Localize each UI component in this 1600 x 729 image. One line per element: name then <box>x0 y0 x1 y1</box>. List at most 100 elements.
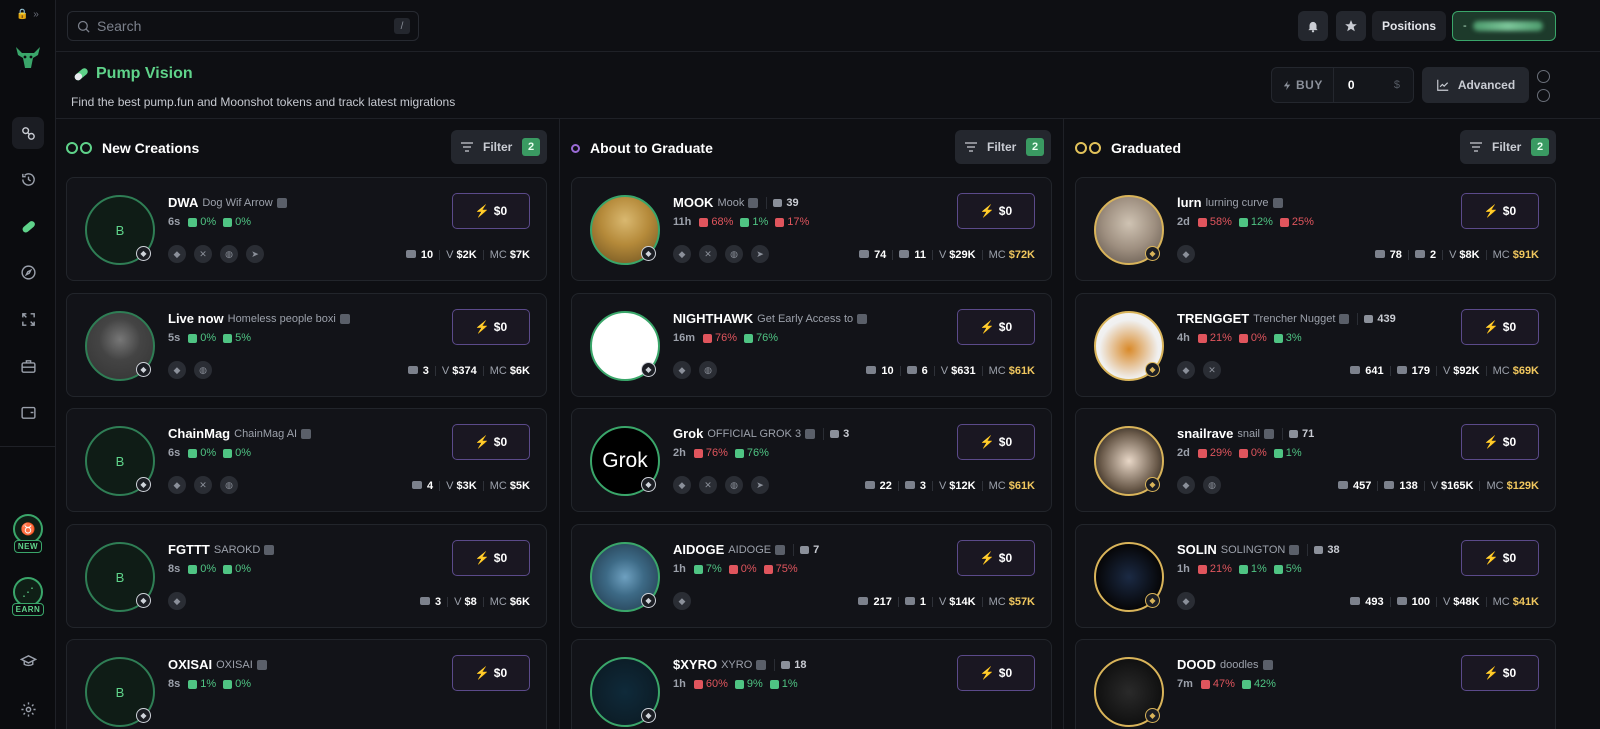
pill-icon[interactable]: ◆ <box>673 592 691 610</box>
quick-buy-button[interactable]: ⚡ $0 <box>957 540 1035 576</box>
token-card[interactable]: B ◆ OXISAI OXISAI 8s 1% 0% ⚡ $0 <box>66 639 547 729</box>
quick-buy-button[interactable]: ⚡ $0 <box>452 424 530 460</box>
copy-icon[interactable] <box>1272 197 1283 208</box>
globe-icon[interactable]: ◍ <box>725 245 743 263</box>
bolt-icon: ⚡ <box>1483 320 1499 334</box>
quick-buy-button[interactable]: ⚡ $0 <box>1461 193 1539 229</box>
pill-icon[interactable]: ◆ <box>1177 592 1195 610</box>
sidebar-item-swap[interactable] <box>12 303 44 335</box>
x-icon[interactable]: ✕ <box>1203 361 1221 379</box>
quick-buy-button[interactable]: ⚡ $0 <box>1461 424 1539 460</box>
sidebar-earn-badge[interactable]: ⋰ EARN <box>9 577 47 623</box>
copy-icon[interactable] <box>276 197 287 208</box>
pill-icon[interactable]: ◆ <box>168 361 186 379</box>
pill-icon[interactable]: ◆ <box>673 245 691 263</box>
sidebar-item-link[interactable] <box>12 117 44 149</box>
token-card[interactable]: ◆ $XYRO XYRO 18 1h 60% 9% 1% ⚡ $0 <box>571 639 1052 729</box>
notifications-button[interactable] <box>1298 11 1328 41</box>
bolt-icon: ⚡ <box>979 204 995 218</box>
copy-icon[interactable] <box>1289 544 1300 555</box>
sidebar-item-explore[interactable] <box>12 256 44 288</box>
token-card[interactable]: ◆ DOOD doodles 7m 47% 42% ⚡ $0 <box>1075 639 1556 729</box>
globe-icon[interactable]: ◍ <box>220 245 238 263</box>
copy-icon[interactable] <box>756 659 767 670</box>
sidebar-item-wallet[interactable] <box>12 396 44 428</box>
x-icon[interactable]: ✕ <box>699 245 717 263</box>
sidebar-new-badge[interactable]: ♉ NEW <box>9 514 47 560</box>
copy-icon[interactable] <box>748 197 759 208</box>
copy-icon[interactable] <box>256 659 267 670</box>
x-icon[interactable]: ✕ <box>699 476 717 494</box>
token-card[interactable]: ◆ MOOK Mook 39 11h 68% 1% 17% ◆ ✕ ◍ ➤ ⚡ $0 74 11 V $29K MC… <box>571 177 1052 281</box>
sidebar-item-settings[interactable] <box>12 693 44 725</box>
token-card[interactable]: B ◆ ChainMag ChainMag AI 6s 0% 0% ◆ ✕ ◍ ⚡ $0 4 V $3K MC… <box>66 408 547 512</box>
quick-buy-button[interactable]: ⚡ $0 <box>452 309 530 345</box>
wallet-button[interactable]: - <box>1452 11 1556 41</box>
quick-buy-button[interactable]: ⚡ $0 <box>957 193 1035 229</box>
globe-icon[interactable]: ◍ <box>194 361 212 379</box>
sidebar-item-history[interactable] <box>12 163 44 195</box>
token-card[interactable]: ◆ lurn lurning curve 2d 58% 12% 25% ◆ ⚡ $0 78 2 V $8K… <box>1075 177 1556 281</box>
copy-icon[interactable] <box>1264 428 1274 439</box>
globe-icon[interactable]: ◍ <box>699 361 717 379</box>
token-card[interactable]: Grok ◆ Grok OFFICIAL GROK 3 3 2h 76% 76% ◆ ✕ ◍ ➤ ⚡ $0… <box>571 408 1052 512</box>
telegram-icon[interactable]: ➤ <box>751 476 769 494</box>
quick-buy-button[interactable]: ⚡ $0 <box>1461 655 1539 691</box>
x-icon[interactable]: ✕ <box>194 476 212 494</box>
quick-buy-button[interactable]: ⚡ $0 <box>452 540 530 576</box>
filter-button[interactable]: Filter 2 <box>451 130 547 164</box>
telegram-icon[interactable]: ➤ <box>751 245 769 263</box>
token-card[interactable]: ◆ TRENGGET Trencher Nugget 439 4h 21% 0% 3% ◆ ✕ ⚡ $… <box>1075 293 1556 397</box>
quick-buy-button[interactable]: ⚡ $0 <box>957 309 1035 345</box>
quick-buy-button[interactable]: ⚡ $0 <box>452 193 530 229</box>
advanced-button[interactable]: Advanced <box>1422 67 1529 103</box>
info-circle-icon[interactable] <box>1537 89 1550 102</box>
pill-icon[interactable]: ◆ <box>168 476 186 494</box>
token-card[interactable]: B ◆ DWA Dog Wif Arrow 6s 0% 0% ◆ ✕ ◍ ➤ ⚡ $0 10 V $2K MC $… <box>66 177 547 281</box>
pill-icon[interactable]: ◆ <box>673 361 691 379</box>
pill-icon[interactable]: ◆ <box>1177 245 1195 263</box>
x-icon[interactable]: ✕ <box>194 245 212 263</box>
quick-buy-button[interactable]: ⚡ $0 <box>452 655 530 691</box>
globe-icon[interactable]: ◍ <box>1203 476 1221 494</box>
globe-icon[interactable]: ◍ <box>725 476 743 494</box>
telegram-icon[interactable]: ➤ <box>246 245 264 263</box>
token-card[interactable]: ◆ NIGHTHAWK Get Early Access to 16m 76% 76% ◆ ◍… <box>571 293 1052 397</box>
buy-amount-input[interactable]: 0 <box>1334 78 1394 92</box>
quick-buy-button[interactable]: ⚡ $0 <box>1461 309 1539 345</box>
copy-icon[interactable] <box>775 544 786 555</box>
watchlist-button[interactable] <box>1336 11 1366 41</box>
search-input[interactable]: Search / <box>67 11 419 41</box>
copy-icon[interactable] <box>339 313 350 324</box>
copy-icon[interactable] <box>264 544 275 555</box>
bull-logo-icon[interactable] <box>13 44 43 70</box>
globe-icon[interactable]: ◍ <box>220 476 238 494</box>
pill-icon[interactable]: ◆ <box>1177 476 1195 494</box>
token-card[interactable]: ◆ AIDOGE AIDOGE 7 1h 7% 0% 75% ◆ ⚡ $0 217 1 V $14K MC $5… <box>571 524 1052 628</box>
token-card[interactable]: ◆ SOLIN SOLINGTON 38 1h 21% 1% 5% ◆ ⚡ $0 493 100 V $48… <box>1075 524 1556 628</box>
filter-button[interactable]: Filter 2 <box>955 130 1051 164</box>
pill-icon[interactable]: ◆ <box>168 592 186 610</box>
quick-buy-button[interactable]: ⚡ $0 <box>957 424 1035 460</box>
sidebar-item-pump-vision[interactable] <box>12 210 44 242</box>
copy-icon[interactable] <box>1339 313 1350 324</box>
quick-buy-button[interactable]: ⚡ $0 <box>1461 540 1539 576</box>
copy-icon[interactable] <box>301 428 312 439</box>
quick-buy-amount[interactable]: BUY 0 $ <box>1271 67 1414 103</box>
filter-button[interactable]: Filter 2 <box>1460 130 1556 164</box>
sidebar-item-portfolio[interactable] <box>12 350 44 382</box>
copy-icon[interactable] <box>857 313 868 324</box>
copy-icon[interactable] <box>805 428 816 439</box>
token-card[interactable]: ◆ Live now Homeless people boxi 5s 0% 5% ◆ ◍ ⚡ $0… <box>66 293 547 397</box>
pill-icon[interactable]: ◆ <box>1177 361 1195 379</box>
quick-buy-button[interactable]: ⚡ $0 <box>957 655 1035 691</box>
sidebar-lock-toggle[interactable]: 🔒 » <box>16 9 40 20</box>
copy-icon[interactable] <box>1262 659 1273 670</box>
token-card[interactable]: ◆ snailrave snail 71 2d 29% 0% 1% ◆ ◍ ⚡ $0 457 138 V $1… <box>1075 408 1556 512</box>
pill-icon[interactable]: ◆ <box>673 476 691 494</box>
sidebar-item-learn[interactable] <box>12 645 44 677</box>
positions-button[interactable]: Positions <box>1372 11 1446 41</box>
pill-icon[interactable]: ◆ <box>168 245 186 263</box>
token-card[interactable]: B ◆ FGTTT SAROKD 8s 0% 0% ◆ ⚡ $0 3 V $8 MC $6K <box>66 524 547 628</box>
settings-circle-icon[interactable] <box>1537 70 1550 83</box>
